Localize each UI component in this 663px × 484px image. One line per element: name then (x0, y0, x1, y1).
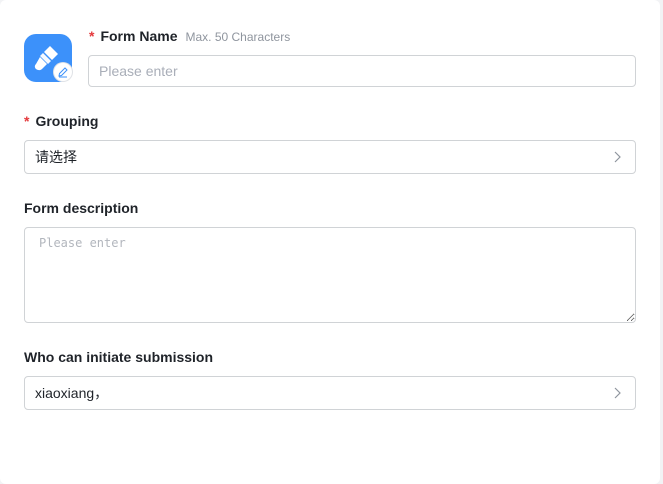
initiators-select-value: xiaoxiang， (35, 385, 109, 401)
required-mark: * (24, 113, 30, 129)
edit-icon-button[interactable] (54, 63, 72, 81)
grouping-select[interactable]: 请选择 (24, 140, 636, 174)
form-description-label: Form description (24, 200, 138, 216)
required-mark: * (89, 28, 95, 44)
form-description-textarea[interactable] (24, 227, 636, 323)
chevron-right-icon (614, 387, 621, 399)
chevron-right-icon (614, 151, 621, 163)
grouping-label: * Grouping (24, 113, 98, 129)
initiators-label: Who can initiate submission (24, 349, 213, 365)
grouping-label-text: Grouping (35, 113, 99, 129)
edit-pencil-icon (58, 67, 68, 78)
form-name-hint: Max. 50 Characters (185, 30, 291, 44)
form-name-label-text: Form Name (100, 28, 178, 44)
grouping-select-value: 请选择 (35, 149, 77, 165)
form-name-field[interactable] (88, 55, 636, 87)
form-settings-card: * Form Name Max. 50 Characters * Grouping 请… (0, 0, 660, 484)
form-name-label: * Form Name Max. 50 Characters (89, 28, 290, 44)
form-name-input[interactable] (99, 63, 625, 79)
initiators-label-text: Who can initiate submission (24, 349, 214, 365)
form-app-icon[interactable] (24, 34, 72, 82)
initiators-select[interactable]: xiaoxiang， (24, 376, 636, 410)
form-description-label-text: Form description (24, 200, 139, 216)
